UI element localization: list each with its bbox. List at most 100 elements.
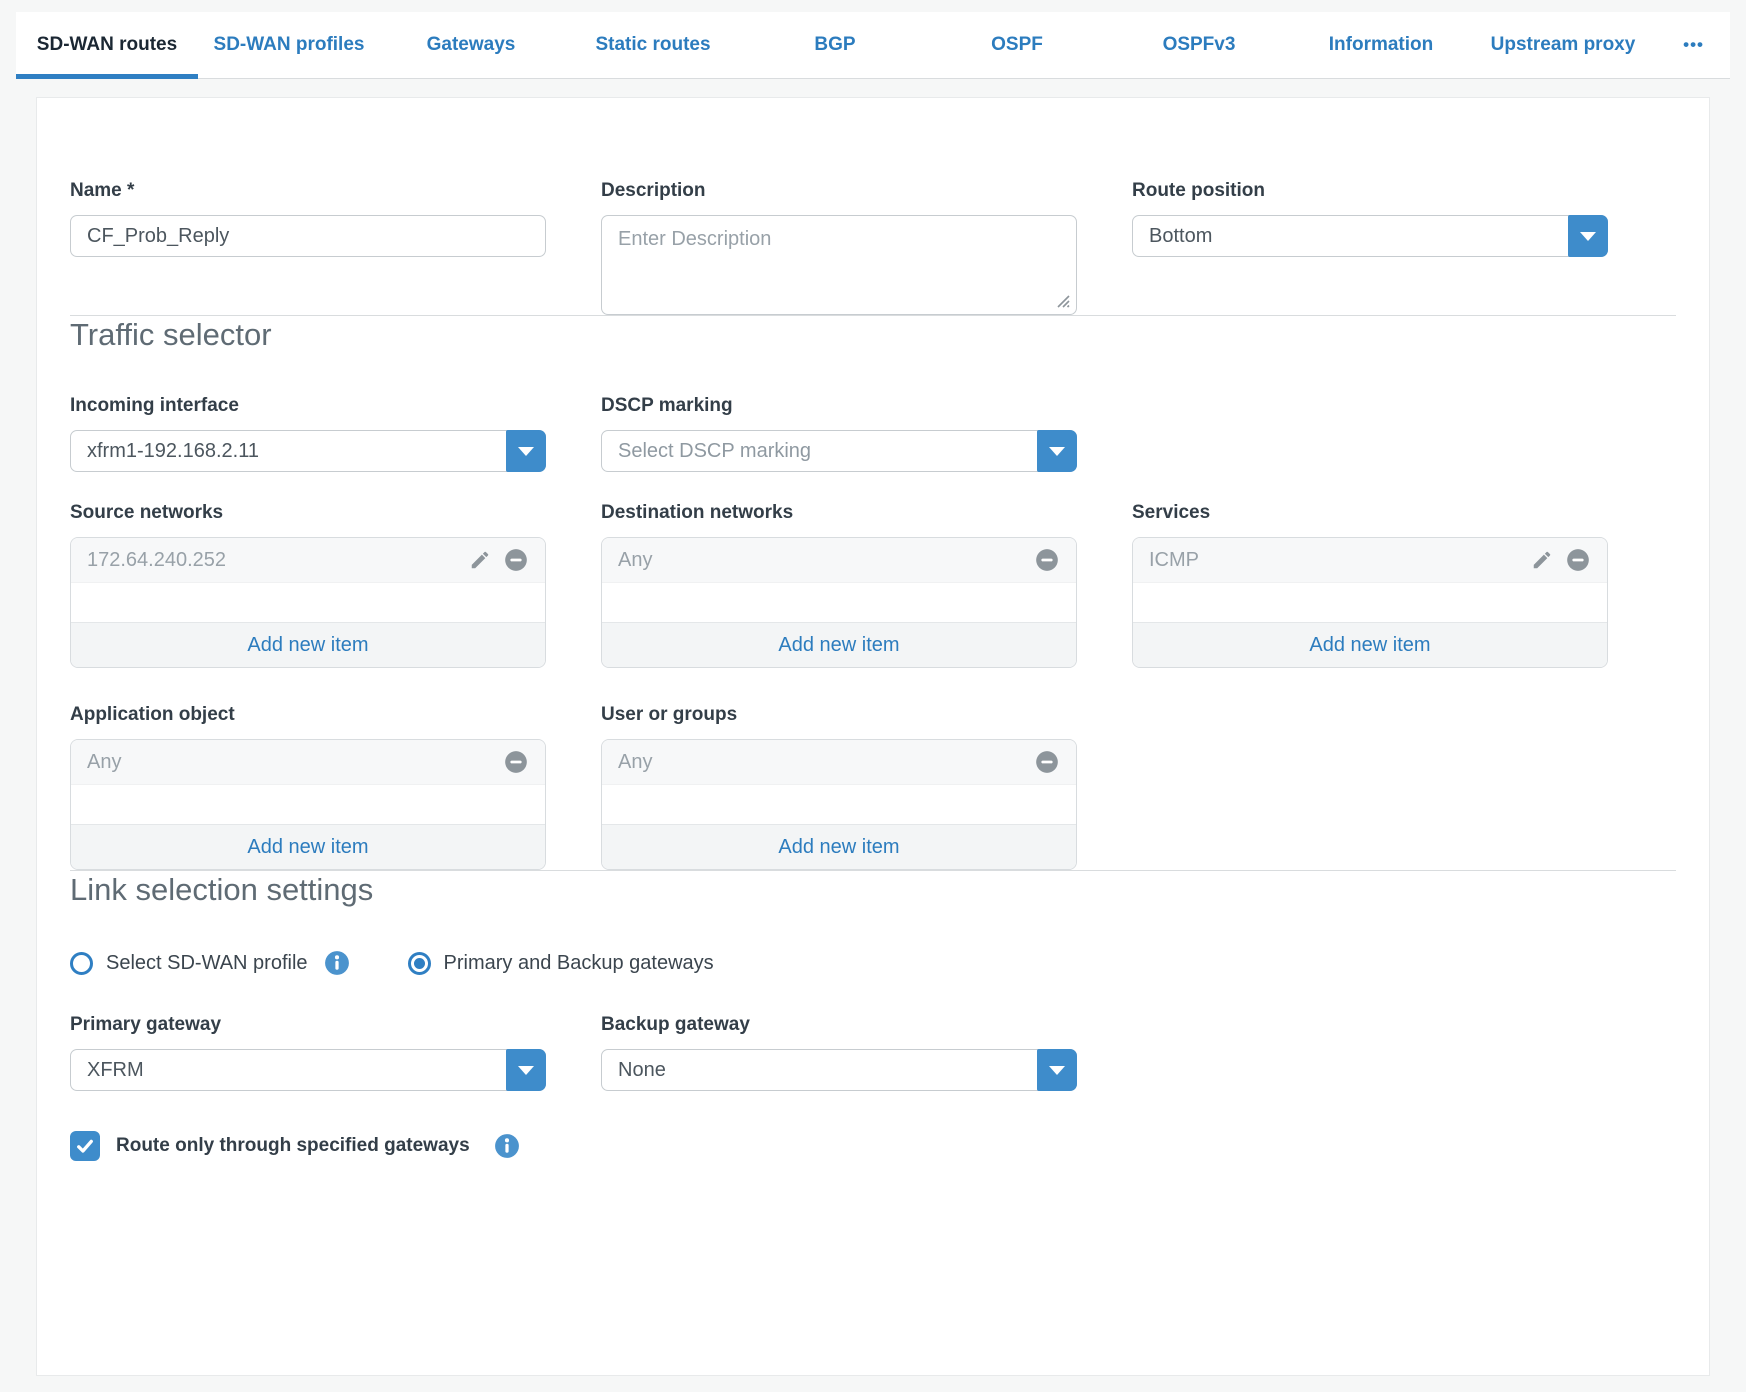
remove-item-icon[interactable] [1565,547,1591,573]
name-field-group: Name * [70,180,546,257]
chevron-down-icon [1049,1066,1065,1075]
chevron-down-icon [1580,232,1596,241]
more-tabs-button[interactable]: ••• [1657,12,1730,78]
tab-static-routes[interactable]: Static routes [562,12,744,78]
link-selection-radio-group: Select SD-WAN profile Primary and Backup… [70,950,1676,976]
app-user-row: Application object Any Add new item User … [70,704,1676,870]
source-networks-group: Source networks 172.64.240.252 Add new it… [70,502,546,668]
description-textarea[interactable] [601,215,1077,315]
route-only-row: Route only through specified gateways [70,1131,1676,1161]
primary-gateway-label: Primary gateway [70,1014,546,1036]
name-label: Name * [70,180,546,202]
add-new-item-button[interactable]: Add new item [71,622,545,667]
backup-gateway-select[interactable]: None [601,1049,1077,1091]
backup-gateway-group: Backup gateway None [601,1014,1077,1091]
list-item-text: 172.64.240.252 [87,549,226,572]
networks-row: Source networks 172.64.240.252 Add new it… [70,502,1676,668]
info-icon[interactable] [494,1133,520,1159]
info-icon[interactable] [324,950,350,976]
tab-bar: SD-WAN routesSD-WAN profilesGatewaysStat… [16,12,1730,79]
description-label: Description [601,180,1077,202]
list-item: ICMP [1133,538,1607,583]
list-item: Any [71,740,545,785]
dropdown-caret-button[interactable] [1568,215,1608,257]
dropdown-caret-button[interactable] [1037,430,1077,472]
dscp-marking-placeholder: Select DSCP marking [618,440,811,463]
route-position-label: Route position [1132,180,1608,202]
tab-sd-wan-routes[interactable]: SD-WAN routes [16,12,198,78]
radio-primary-backup-gateways[interactable] [408,952,431,975]
dropdown-caret-button[interactable] [506,1049,546,1091]
destination-networks-label: Destination networks [601,502,1077,524]
route-position-field-group: Route position Bottom [1132,180,1608,257]
interface-row: Incoming interface xfrm1-192.168.2.11 DS… [70,395,1676,472]
description-field-group: Description [601,180,1077,315]
remove-item-icon[interactable] [503,749,529,775]
dscp-marking-label: DSCP marking [601,395,1077,417]
add-new-item-button[interactable]: Add new item [71,824,545,869]
backup-gateway-label: Backup gateway [601,1014,1077,1036]
tab-information[interactable]: Information [1290,12,1472,78]
application-object-label: Application object [70,704,546,726]
tab-bgp[interactable]: BGP [744,12,926,78]
tab-sd-wan-profiles[interactable]: SD-WAN profiles [198,12,380,78]
list-item-text: ICMP [1149,549,1199,572]
tab-ospf[interactable]: OSPF [926,12,1108,78]
dscp-marking-group: DSCP marking Select DSCP marking [601,395,1077,472]
backup-gateway-value: None [618,1059,666,1082]
primary-gateway-value: XFRM [87,1059,144,1082]
sdwan-route-form: Name * Description Route position Bottom… [36,97,1710,1376]
destination-networks-box: Any Add new item [601,537,1077,668]
add-new-item-button[interactable]: Add new item [602,622,1076,667]
services-box: ICMP Add new item [1132,537,1608,668]
route-only-label: Route only through specified gateways [116,1135,470,1157]
chevron-down-icon [518,1066,534,1075]
list-item: Any [602,538,1076,583]
incoming-interface-value: xfrm1-192.168.2.11 [87,440,259,463]
user-or-groups-group: User or groups Any Add new item [601,704,1077,870]
radio-label-primary-backup: Primary and Backup gateways [444,952,714,975]
add-new-item-button[interactable]: Add new item [602,824,1076,869]
remove-item-icon[interactable] [503,547,529,573]
add-new-item-button[interactable]: Add new item [1133,622,1607,667]
tab-gateways[interactable]: Gateways [380,12,562,78]
tab-ospfv3[interactable]: OSPFv3 [1108,12,1290,78]
route-only-checkbox[interactable] [70,1131,100,1161]
tab-list: SD-WAN routesSD-WAN profilesGatewaysStat… [16,12,1654,78]
application-object-box: Any Add new item [70,739,546,870]
incoming-interface-group: Incoming interface xfrm1-192.168.2.11 [70,395,546,472]
list-item-text: Any [618,751,652,774]
tab-upstream-proxy[interactable]: Upstream proxy [1472,12,1654,78]
dropdown-caret-button[interactable] [506,430,546,472]
chevron-down-icon [518,447,534,456]
name-input[interactable] [70,215,546,257]
radio-select-sdwan-profile[interactable] [70,952,93,975]
incoming-interface-label: Incoming interface [70,395,546,417]
list-item-text: Any [87,751,121,774]
primary-gateway-group: Primary gateway XFRM [70,1014,546,1091]
edit-icon[interactable] [1531,549,1553,571]
services-label: Services [1132,502,1608,524]
incoming-interface-select[interactable]: xfrm1-192.168.2.11 [70,430,546,472]
link-selection-heading: Link selection settings [70,871,1676,908]
edit-icon[interactable] [469,549,491,571]
check-icon [75,1136,95,1156]
dscp-marking-select[interactable]: Select DSCP marking [601,430,1077,472]
traffic-selector-heading: Traffic selector [70,316,1676,353]
source-networks-box: 172.64.240.252 Add new item [70,537,546,668]
remove-item-icon[interactable] [1034,547,1060,573]
user-or-groups-label: User or groups [601,704,1077,726]
list-item: Any [602,740,1076,785]
source-networks-label: Source networks [70,502,546,524]
radio-label-sdwan-profile: Select SD-WAN profile [106,952,308,975]
remove-item-icon[interactable] [1034,749,1060,775]
services-group: Services ICMP Add new item [1132,502,1608,668]
gateways-row: Primary gateway XFRM Backup gateway None [70,1014,1676,1091]
route-position-select[interactable]: Bottom [1132,215,1608,257]
list-item-text: Any [618,549,652,572]
primary-gateway-select[interactable]: XFRM [70,1049,546,1091]
dropdown-caret-button[interactable] [1037,1049,1077,1091]
route-position-value: Bottom [1149,225,1212,248]
application-object-group: Application object Any Add new item [70,704,546,870]
destination-networks-group: Destination networks Any Add new item [601,502,1077,668]
